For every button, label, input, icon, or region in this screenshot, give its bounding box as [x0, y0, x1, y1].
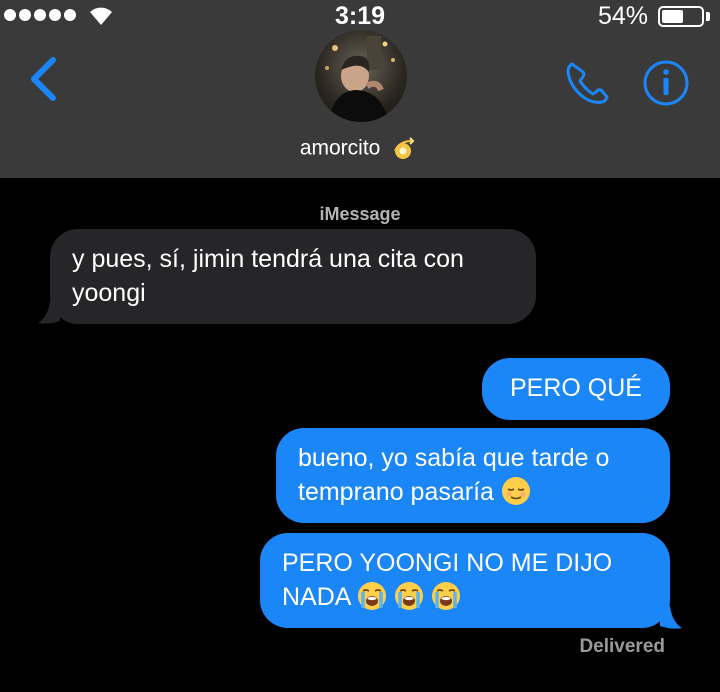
message-text-line: bueno, yo sabía que tarde o [298, 444, 610, 472]
battery-percentage: 54% [597, 2, 648, 30]
contact-avatar[interactable] [315, 30, 407, 122]
loudly-crying-face-emoji [358, 582, 387, 610]
message-text-line: NADA [282, 580, 648, 614]
message-text: NADA [282, 583, 351, 611]
battery-tip [706, 12, 710, 21]
message-text-line: temprano pasaría [298, 475, 648, 509]
service-label: iMessage [319, 204, 401, 224]
dizzy-emoji [394, 137, 415, 159]
chevron-left-icon[interactable] [26, 56, 62, 102]
loudly-crying-face-emoji [431, 582, 460, 610]
phone-icon[interactable] [562, 58, 612, 108]
conversation-header: 3:19 54% amorcito [0, 0, 720, 178]
outgoing-message-bubble[interactable]: PERO YOONGI NO ME DIJO NADA [260, 533, 670, 628]
message-text: temprano pasaría [298, 478, 494, 506]
delivered-status: Delivered [579, 636, 665, 657]
incoming-message-bubble[interactable]: y pues, sí, jimin tendrá una cita con yo… [50, 229, 536, 324]
info-icon[interactable] [641, 58, 691, 108]
message-text: PERO QUÉ [510, 374, 642, 402]
battery-level [662, 10, 683, 23]
outgoing-bubble-tail [660, 606, 682, 629]
battery-icon [658, 6, 704, 27]
status-bar: 3:19 54% [0, 0, 720, 32]
incoming-bubble-tail [38, 301, 60, 324]
avatar-photo [325, 36, 395, 122]
loudly-crying-face-emoji [395, 582, 423, 610]
relieved-face-emoji [501, 477, 530, 505]
contact-name-text: amorcito [299, 136, 381, 160]
message-text-line: yoongi [72, 279, 146, 307]
outgoing-message-bubble[interactable]: bueno, yo sabía que tarde o temprano pas… [276, 428, 670, 523]
contact-name[interactable]: amorcito [0, 135, 720, 163]
message-text-line: PERO YOONGI NO ME DIJO [282, 549, 613, 577]
message-text-line: y pues, sí, jimin tendrá una cita con [72, 245, 464, 273]
outgoing-message-bubble[interactable]: PERO QUÉ [482, 358, 670, 420]
